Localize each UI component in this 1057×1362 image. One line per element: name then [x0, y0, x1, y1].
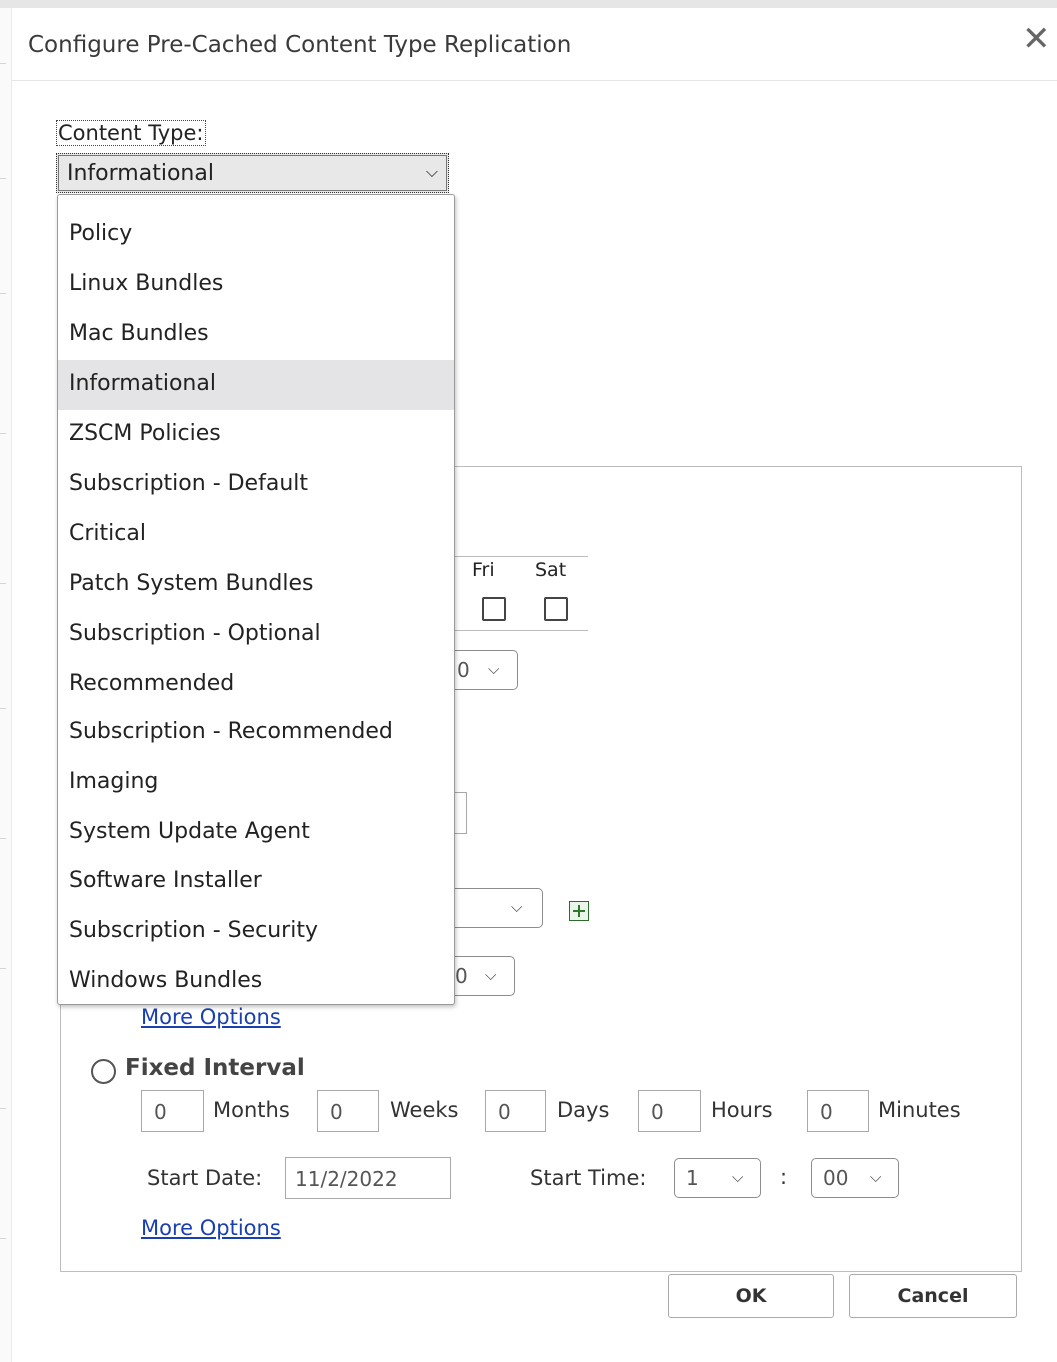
- day-header-sat: Sat: [535, 559, 567, 581]
- option-recommended[interactable]: Recommended: [58, 660, 454, 710]
- start-minute-select[interactable]: 00 ⌵: [811, 1158, 899, 1198]
- option-subscription-optional[interactable]: Subscription - Optional: [58, 610, 454, 660]
- months-label: Months: [213, 1098, 290, 1122]
- event-more-options-link[interactable]: More Options: [141, 1005, 281, 1029]
- chevron-down-icon: ⌵: [485, 966, 497, 984]
- start-time-label: Start Time:: [530, 1166, 647, 1190]
- close-icon[interactable]: ✕: [1022, 22, 1051, 56]
- option-zscm-policies[interactable]: ZSCM Policies: [58, 410, 454, 460]
- days-label: Days: [557, 1098, 610, 1122]
- window-top-bar: [0, 0, 1057, 8]
- replication-dialog: Configure Pre-Cached Content Type Replic…: [12, 8, 1057, 1362]
- chevron-down-icon: ⌵: [870, 1168, 882, 1186]
- option-windows-bundles[interactable]: Windows Bundles: [58, 957, 454, 1007]
- time-separator: :: [780, 1165, 788, 1189]
- day-header-fri: Fri: [472, 559, 495, 581]
- minutes-label: Minutes: [878, 1098, 961, 1122]
- dialog-title: Configure Pre-Cached Content Type Replic…: [28, 32, 572, 58]
- chevron-down-icon: ⌵: [511, 898, 523, 916]
- content-type-selected-value: Informational: [67, 161, 214, 186]
- chevron-down-icon: ⌵: [732, 1168, 744, 1186]
- start-date-label: Start Date:: [147, 1166, 263, 1190]
- option-mac-bundles[interactable]: Mac Bundles: [58, 310, 454, 360]
- option-software-installer[interactable]: Software Installer: [58, 857, 454, 907]
- option-policy[interactable]: Policy: [58, 210, 454, 260]
- weeks-label: Weeks: [390, 1098, 459, 1122]
- option-informational[interactable]: Informational: [58, 360, 454, 410]
- option-subscription-security[interactable]: Subscription - Security: [58, 907, 454, 957]
- background-page-edge: [0, 8, 12, 1362]
- fixed-interval-more-options-link[interactable]: More Options: [141, 1216, 281, 1240]
- chevron-down-icon: ⌵: [425, 162, 438, 181]
- option-subscription-recommended[interactable]: Subscription - Recommended: [58, 708, 454, 758]
- fixed-interval-label: Fixed Interval: [125, 1055, 305, 1081]
- weeks-input[interactable]: 0: [317, 1090, 379, 1132]
- content-type-dropdown-list: Policy Linux Bundles Mac Bundles Informa…: [57, 194, 455, 1005]
- content-type-label: Content Type:: [56, 120, 206, 146]
- add-icon[interactable]: [569, 901, 589, 921]
- option-subscription-default[interactable]: Subscription - Default: [58, 460, 454, 510]
- chevron-down-icon: ⌵: [488, 660, 500, 678]
- option-linux-bundles[interactable]: Linux Bundles: [58, 260, 454, 310]
- day-checkbox-sat[interactable]: [544, 597, 568, 621]
- fixed-interval-radio[interactable]: [91, 1059, 116, 1084]
- hours-input[interactable]: 0: [638, 1090, 701, 1132]
- minutes-input[interactable]: 0: [807, 1090, 869, 1132]
- day-checkbox-fri[interactable]: [482, 597, 506, 621]
- days-input[interactable]: 0: [485, 1090, 546, 1132]
- option-critical[interactable]: Critical: [58, 510, 454, 560]
- months-input[interactable]: 0: [141, 1090, 204, 1132]
- start-hour-select[interactable]: 1 ⌵: [674, 1158, 761, 1198]
- cancel-button[interactable]: Cancel: [849, 1274, 1017, 1318]
- hours-label: Hours: [711, 1098, 773, 1122]
- option-system-update-agent[interactable]: System Update Agent: [58, 808, 454, 858]
- option-patch-system-bundles[interactable]: Patch System Bundles: [58, 560, 454, 610]
- content-type-select[interactable]: Informational ⌵: [56, 153, 449, 193]
- option-imaging[interactable]: Imaging: [58, 758, 454, 808]
- dialog-title-bar: Configure Pre-Cached Content Type Replic…: [12, 8, 1057, 81]
- ok-button[interactable]: OK: [668, 1274, 834, 1318]
- start-date-input[interactable]: 11/2/2022: [285, 1157, 451, 1199]
